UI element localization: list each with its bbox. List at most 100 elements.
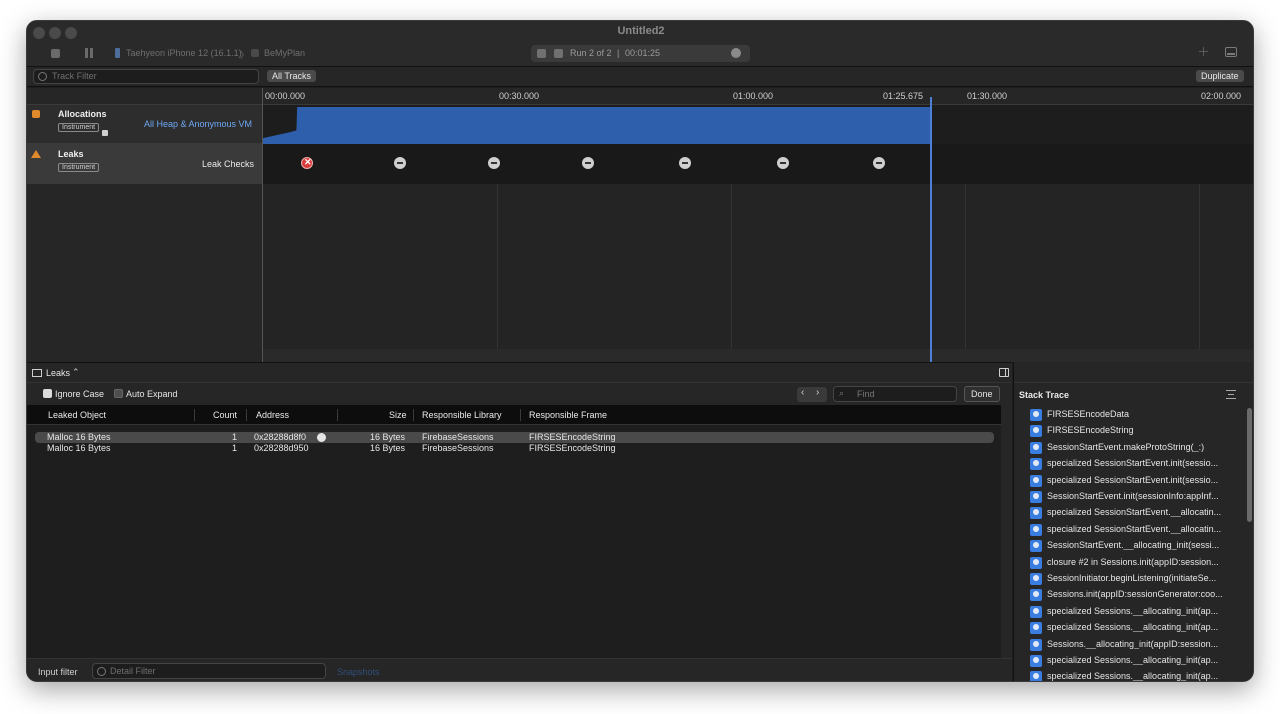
x-icon: ✕: [304, 157, 312, 167]
no-leak-marker[interactable]: [873, 157, 885, 169]
detail-selector[interactable]: Leaks: [46, 368, 70, 378]
stack-frame-label: specialized SessionStartEvent.init(sessi…: [1047, 475, 1219, 485]
cell-object: Malloc 16 Bytes: [47, 443, 111, 453]
ignore-case-checkbox[interactable]: [43, 389, 52, 398]
cell-library: FirebaseSessions: [422, 432, 494, 442]
cell-frame: FIRSESEncodeString: [529, 432, 616, 442]
filter-icon: [38, 72, 47, 81]
cell-count: 1: [232, 443, 238, 453]
no-leak-marker[interactable]: [679, 157, 691, 169]
leaks-lane: [263, 144, 1253, 184]
table-scrollbar[interactable]: [1001, 405, 1012, 658]
stack-scrollbar[interactable]: [1247, 408, 1252, 522]
done-button[interactable]: Done: [964, 386, 1000, 402]
track-detail-label: Leak Checks: [201, 159, 254, 169]
user-frame-icon: [1030, 507, 1042, 519]
user-frame-icon: [1030, 671, 1042, 681]
inspector-toggle-icon[interactable]: [999, 368, 1009, 377]
input-filter-label[interactable]: Input filter: [38, 667, 78, 677]
no-leak-marker[interactable]: [777, 157, 789, 169]
breadcrumb-separator: 〉: [240, 50, 250, 60]
stack-frame-label: specialized Sessions.__allocating_init(a…: [1047, 655, 1219, 665]
info-icon[interactable]: [731, 48, 741, 58]
user-frame-icon: [1030, 458, 1042, 470]
run-status-box: Run 2 of 2 | 00:01:25: [531, 45, 750, 62]
table-icon: [32, 369, 42, 377]
target-app-selector[interactable]: BeMyPlan: [264, 48, 305, 58]
pause-icon[interactable]: [85, 48, 93, 58]
timeline-ruler[interactable]: 00:00.000 00:30.000 01:00.000 01:25.675 …: [263, 88, 1253, 105]
track-list-empty: [27, 184, 262, 362]
cell-library: FirebaseSessions: [422, 443, 494, 453]
user-frame-icon: [1030, 540, 1042, 552]
find-input[interactable]: ⌕ Find: [833, 386, 957, 402]
playhead[interactable]: [930, 97, 932, 362]
user-frame-icon: [1030, 589, 1042, 601]
column-responsible-frame[interactable]: Responsible Frame: [529, 410, 607, 420]
column-responsible-library[interactable]: Responsible Library: [422, 410, 502, 420]
all-tracks-button[interactable]: All Tracks: [267, 70, 317, 82]
cell-count: 1: [232, 432, 238, 442]
ignore-case-label: Ignore Case: [55, 389, 105, 399]
user-frame-icon: [1030, 409, 1042, 421]
user-frame-icon: [1030, 655, 1042, 667]
add-icon[interactable]: [1199, 47, 1208, 56]
run-label: Run 2 of 2: [570, 48, 612, 58]
device-selector[interactable]: Taehyeon iPhone 12 (16.1.1): [126, 48, 242, 58]
stack-frame-label: Sessions.__allocating_init(appID:session…: [1047, 639, 1219, 649]
stack-frame-label: specialized Sessions.__allocating_init(a…: [1047, 671, 1219, 681]
stop-icon[interactable]: [51, 49, 60, 58]
column-address[interactable]: Address: [256, 410, 289, 420]
collapse-icon[interactable]: [1226, 390, 1236, 399]
user-frame-icon: [1030, 557, 1042, 569]
track-leaks[interactable]: Leaks Instrument Leak Checks: [27, 144, 262, 184]
cell-frame: FIRSESEncodeString: [529, 443, 616, 453]
table-body: Malloc 16 Bytes 1 0x28288d8f0 16 Bytes F…: [27, 425, 1001, 658]
cell-address: 0x28288d950: [254, 443, 309, 453]
stack-frame-label: SessionStartEvent.makeProtoString(_:): [1047, 442, 1205, 452]
instruments-window: Untitled2 Taehyeon iPhone 12 (16.1.1) 〉 …: [26, 20, 1254, 682]
track-filter-input[interactable]: Track Filter: [33, 69, 259, 84]
go-to-arrow-icon[interactable]: [317, 433, 326, 442]
snapshots-button[interactable]: Snapshots: [337, 667, 380, 677]
previous-run-icon[interactable]: [537, 49, 546, 58]
detail-filter-input[interactable]: Detail Filter: [92, 663, 326, 679]
user-frame-icon: [1030, 524, 1042, 536]
no-leak-marker[interactable]: [582, 157, 594, 169]
column-size[interactable]: Size: [389, 410, 407, 420]
no-leak-marker[interactable]: [394, 157, 406, 169]
timeline-scrollbar[interactable]: [263, 349, 1253, 362]
badge-dropdown-icon[interactable]: [102, 130, 108, 136]
run-separator: |: [617, 48, 620, 58]
ruler-playhead-time: 01:25.675: [883, 91, 924, 101]
duplicate-button[interactable]: Duplicate: [1196, 70, 1244, 82]
chevron-right-icon[interactable]: ›: [816, 387, 819, 398]
detail-filter-placeholder: Detail Filter: [110, 666, 156, 676]
track-header-spacer: [27, 88, 262, 105]
leaks-warning-icon: [31, 150, 41, 158]
chevron-left-icon[interactable]: ‹: [801, 387, 804, 398]
cell-object: Malloc 16 Bytes: [47, 432, 111, 442]
toggle-panel-icon[interactable]: [1225, 47, 1237, 57]
next-run-icon[interactable]: [554, 49, 563, 58]
cell-size: 16 Bytes: [370, 432, 406, 442]
track-allocations[interactable]: Allocations Instrument All Heap & Anonym…: [27, 105, 262, 144]
ruler-tick: 00:30.000: [499, 91, 540, 101]
auto-expand-label: Auto Expand: [126, 389, 178, 399]
track-filter-bar: Track Filter All Tracks Duplicate: [27, 67, 1253, 87]
track-detail-selector[interactable]: All Heap & Anonymous VM: [144, 119, 252, 129]
no-leak-marker[interactable]: [488, 157, 500, 169]
chevron-updown-icon[interactable]: ⌃: [72, 367, 80, 378]
window-title: Untitled2: [617, 25, 665, 37]
search-icon: ⌕: [839, 388, 845, 398]
ruler-tick: 02:00.000: [1201, 91, 1242, 101]
column-leaked-object[interactable]: Leaked Object: [48, 410, 106, 420]
elapsed-time: 00:01:25: [625, 48, 661, 58]
leak-found-marker[interactable]: ✕: [301, 157, 313, 169]
column-count[interactable]: Count: [213, 410, 237, 420]
auto-expand-checkbox[interactable]: [114, 389, 123, 398]
table-row[interactable]: Malloc 16 Bytes 1 0x28288d950 16 Bytes F…: [35, 443, 994, 454]
stack-trace-pane: Stack Trace FIRSESEncodeData FIRSESEncod…: [1013, 362, 1253, 681]
table-row[interactable]: Malloc 16 Bytes 1 0x28288d8f0 16 Bytes F…: [35, 432, 994, 443]
stack-trace-title: Stack Trace: [1019, 390, 1070, 400]
